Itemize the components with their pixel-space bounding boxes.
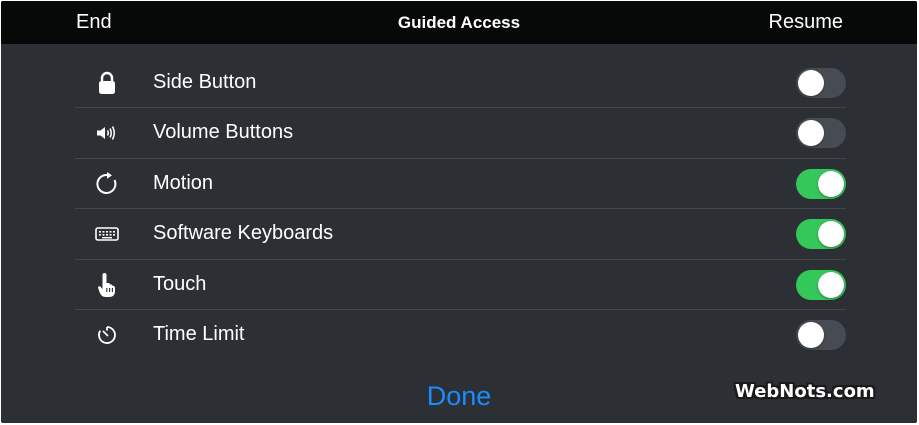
option-row-software-keyboards: Software Keyboards [75,209,846,260]
software-keyboards-toggle[interactable] [796,219,846,250]
option-label: Software Keyboards [153,222,334,245]
option-label: Motion [153,171,214,194]
guided-access-panel: End Guided Access Resume Side Button Vol… [1,1,917,423]
option-row-volume-buttons: Volume Buttons [75,108,846,159]
speaker-icon [93,120,121,146]
volume-buttons-toggle[interactable] [796,118,846,149]
toggle-knob [818,221,844,248]
option-label: Side Button [153,71,257,93]
option-label: Time Limit [153,322,245,345]
top-bar: End Guided Access Resume [1,1,917,44]
option-label: Touch [153,272,207,295]
hand-pointer-icon [93,272,121,298]
watermark-logo: WebNots.com [735,381,875,402]
option-label: Volume Buttons [153,121,294,144]
option-row-motion: Motion [75,159,846,210]
toggle-knob [798,321,824,348]
motion-toggle[interactable] [796,168,846,199]
toggle-knob [818,271,844,298]
option-row-side-button: Side Button [75,58,846,109]
option-row-time-limit: Time Limit [75,310,846,360]
keyboard-icon [93,221,121,247]
lock-icon [93,70,121,96]
rotate-icon [93,171,121,197]
toggle-knob [798,120,824,147]
touch-toggle[interactable] [796,269,846,300]
time-limit-toggle[interactable] [796,319,846,350]
timer-icon [93,322,121,348]
toggle-knob [798,70,824,96]
option-row-touch: Touch [75,260,846,310]
options-list: Side Button Volume Buttons Motion Softwa… [75,58,846,360]
resume-button[interactable]: Resume [769,11,843,34]
side-button-toggle[interactable] [796,68,846,98]
toggle-knob [818,170,844,197]
